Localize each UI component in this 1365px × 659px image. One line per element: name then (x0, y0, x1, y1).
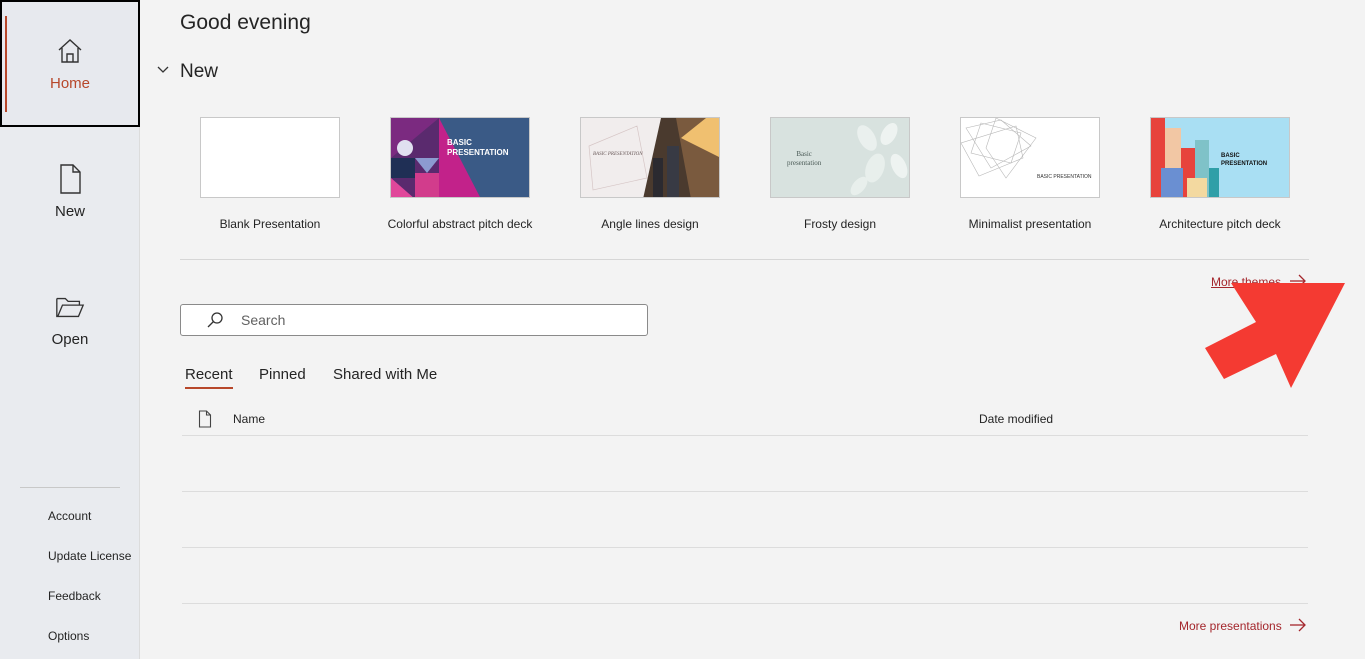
nav-home[interactable]: Home (0, 0, 140, 127)
section-divider (180, 259, 1309, 260)
template-thumbnail: BASIC PRESENTATION (960, 117, 1100, 198)
sidebar-link-feedback[interactable]: Feedback (48, 589, 101, 603)
template-label: Frosty design (803, 217, 877, 231)
arrow-right-icon[interactable] (1289, 617, 1307, 633)
home-icon (54, 35, 86, 67)
template-thumb-title: BASIC PRESENTATION (1221, 153, 1268, 167)
template-thumbnail: BASIC PRESENTATION (1150, 117, 1290, 198)
template-label: Minimalist presentation (968, 217, 1092, 231)
template-thumb-title: BASIC PRESENTATION (593, 152, 643, 157)
nav-open[interactable]: Open (0, 256, 140, 383)
column-header-name[interactable]: Name (233, 412, 265, 426)
active-indicator (5, 16, 7, 112)
template-label: Blank Presentation (219, 217, 321, 231)
template-thumb-title: Basic presentation (787, 150, 822, 167)
template-thumbnail (200, 117, 340, 198)
template-label: Colorful abstract pitch deck (387, 217, 533, 231)
search-icon (203, 310, 227, 330)
search-input[interactable] (241, 312, 621, 328)
folder-open-icon (54, 291, 86, 323)
column-header-date-modified[interactable]: Date modified (979, 412, 1053, 426)
more-presentations-link[interactable]: More presentations (1179, 619, 1282, 633)
template-minimalist[interactable]: BASIC PRESENTATION Minimalist presentati… (960, 117, 1100, 231)
template-thumbnail: BASIC PRESENTATION (390, 117, 530, 198)
template-colorful-abstract[interactable]: BASIC PRESENTATION Colorful abstract pitc… (388, 117, 532, 231)
sidebar-link-update-license[interactable]: Update License (48, 549, 131, 563)
arrow-right-icon[interactable] (1289, 273, 1307, 289)
chevron-down-icon (157, 66, 169, 73)
template-label: Architecture pitch deck (1159, 217, 1281, 231)
template-thumb-title: BASIC PRESENTATION (1037, 174, 1092, 180)
template-frosty-design[interactable]: Basic presentation Frosty design (770, 117, 910, 231)
nav-new[interactable]: New (0, 128, 140, 255)
table-row-divider (182, 435, 1308, 436)
file-type-icon (198, 410, 212, 428)
template-blank-presentation[interactable]: Blank Presentation (200, 117, 340, 231)
sidebar: Home New Open Account Update License Fee… (0, 0, 140, 659)
table-row-divider (182, 491, 1308, 492)
template-architecture[interactable]: BASIC PRESENTATION Architecture pitch dec… (1150, 117, 1290, 231)
sidebar-link-account[interactable]: Account (48, 509, 91, 523)
sidebar-divider (20, 487, 120, 488)
template-thumbnail: Basic presentation (770, 117, 910, 198)
template-angle-lines[interactable]: BASIC PRESENTATION Angle lines design (580, 117, 720, 231)
tab-pinned[interactable]: Pinned (259, 366, 306, 383)
template-label: Angle lines design (601, 217, 699, 231)
nav-home-label: Home (49, 75, 90, 92)
tab-shared-with-me[interactable]: Shared with Me (333, 366, 437, 383)
template-thumbnail: BASIC PRESENTATION (580, 117, 720, 198)
table-row-divider (182, 547, 1308, 548)
sidebar-link-options[interactable]: Options (48, 629, 89, 643)
new-heading: New (180, 61, 219, 82)
more-themes-link[interactable]: More themes (1211, 275, 1281, 289)
greeting: Good evening (180, 11, 311, 34)
main-content: Good evening New Blank Presentation BASI… (141, 0, 1365, 659)
new-document-icon (54, 163, 86, 195)
template-thumb-title: BASIC PRESENTATION (447, 138, 509, 157)
nav-new-label: New (54, 203, 85, 220)
search-box[interactable] (180, 304, 648, 336)
collapse-new-button[interactable] (156, 62, 170, 78)
annotation-arrow-icon (1205, 283, 1345, 388)
nav-open-label: Open (51, 331, 89, 348)
table-row-divider (182, 603, 1308, 604)
tab-recent[interactable]: Recent (185, 366, 233, 389)
